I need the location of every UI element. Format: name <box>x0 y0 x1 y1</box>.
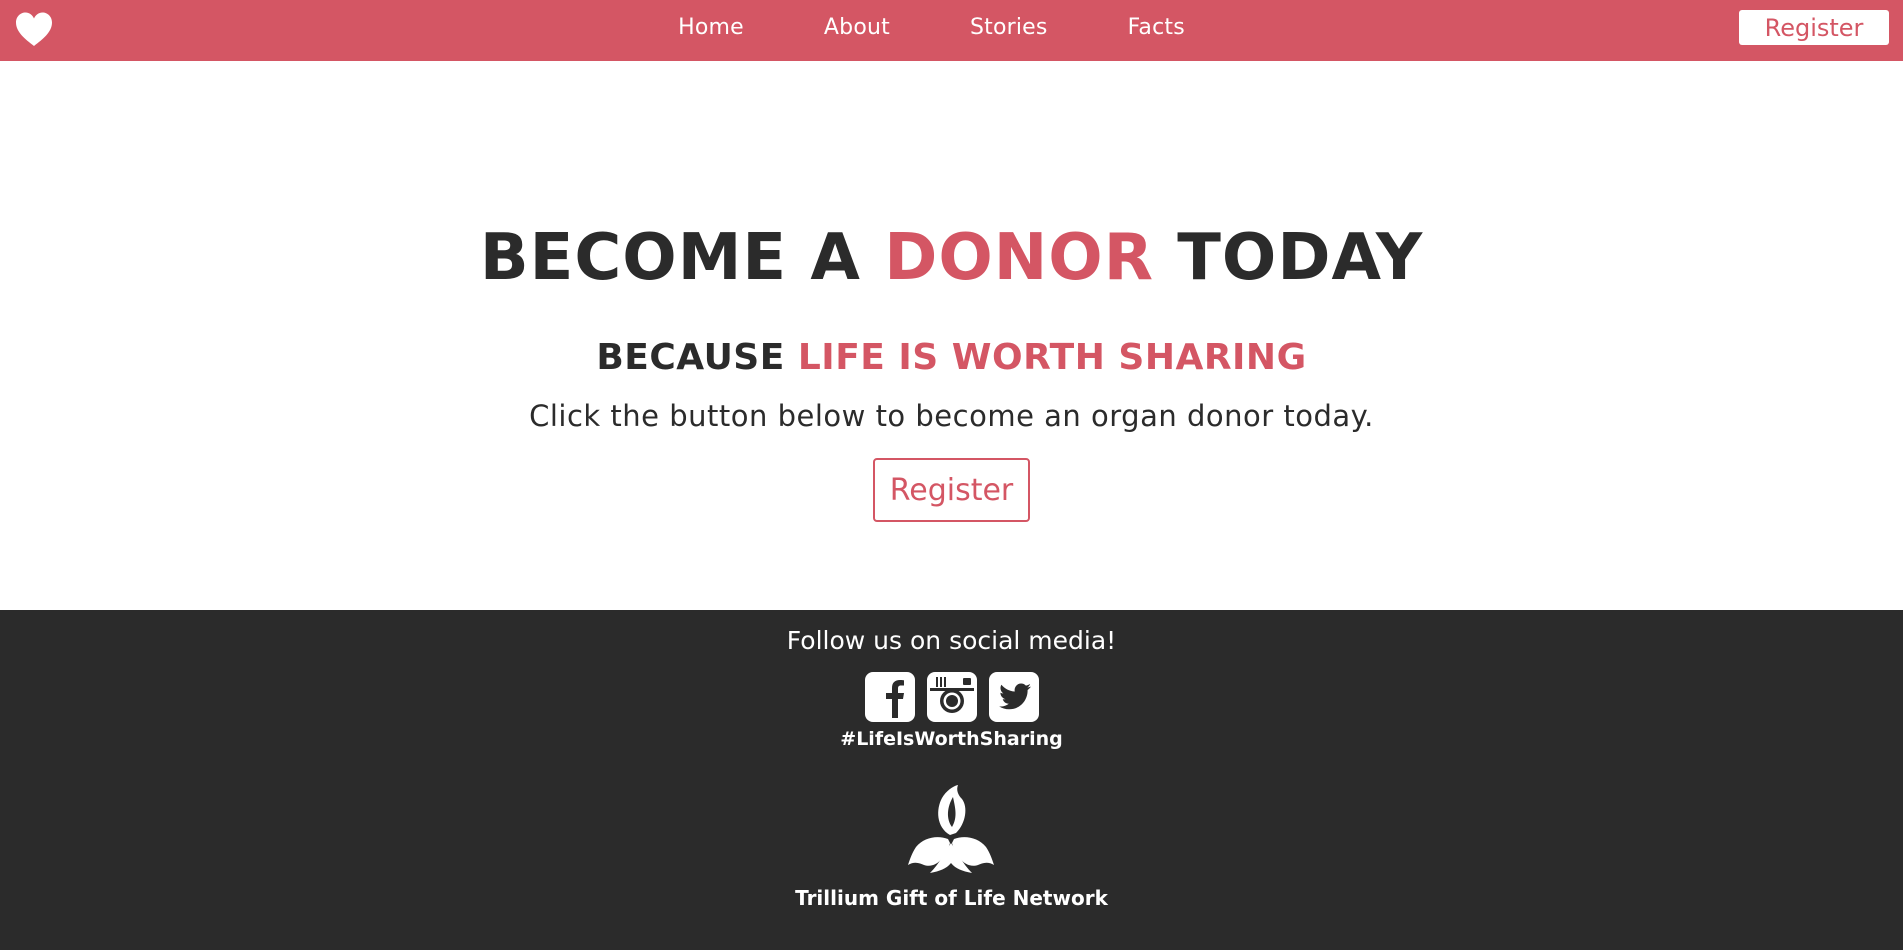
heart-icon[interactable] <box>14 10 54 50</box>
hero-title: BECOME A DONOR TODAY <box>0 221 1903 295</box>
hero-subtitle-accent: LIFE IS WORTH SHARING <box>797 337 1307 378</box>
navbar: Home About Stories Facts Register <box>0 0 1903 61</box>
hero-description: Click the button below to become an orga… <box>529 399 1374 433</box>
follow-heading: Follow us on social media! <box>786 626 1117 655</box>
hero-subtitle: BECAUSE LIFE IS WORTH SHARING <box>0 337 1903 378</box>
twitter-icon[interactable] <box>988 672 1039 722</box>
hashtag: #LifeIsWorthSharing <box>840 728 1063 750</box>
hero-title-part2: TODAY <box>1153 221 1424 295</box>
hero-section: BECOME A DONOR TODAY BECAUSE LIFE IS WOR… <box>0 61 1903 610</box>
hero-title-part1: BECOME A <box>479 221 885 295</box>
nav-register-button[interactable]: Register <box>1739 10 1889 45</box>
nav-link-facts[interactable]: Facts <box>1128 15 1185 40</box>
nav-link-stories[interactable]: Stories <box>970 15 1048 40</box>
hero-title-accent: DONOR <box>884 221 1154 295</box>
nav-link-home[interactable]: Home <box>678 15 744 40</box>
social-links <box>0 672 1903 722</box>
nav-link-about[interactable]: About <box>824 15 890 40</box>
hero-register-button[interactable]: Register <box>873 458 1030 522</box>
hero-subtitle-part1: BECAUSE <box>596 337 798 378</box>
instagram-icon[interactable] <box>926 672 977 722</box>
trillium-logo <box>906 783 996 875</box>
footer: Follow us on social media! #LifeIsWorthS… <box>0 610 1903 950</box>
main-nav: Home About Stories Facts <box>0 0 1903 55</box>
facebook-icon[interactable] <box>864 672 915 722</box>
organization-name: Trillium Gift of Life Network <box>795 886 1108 910</box>
